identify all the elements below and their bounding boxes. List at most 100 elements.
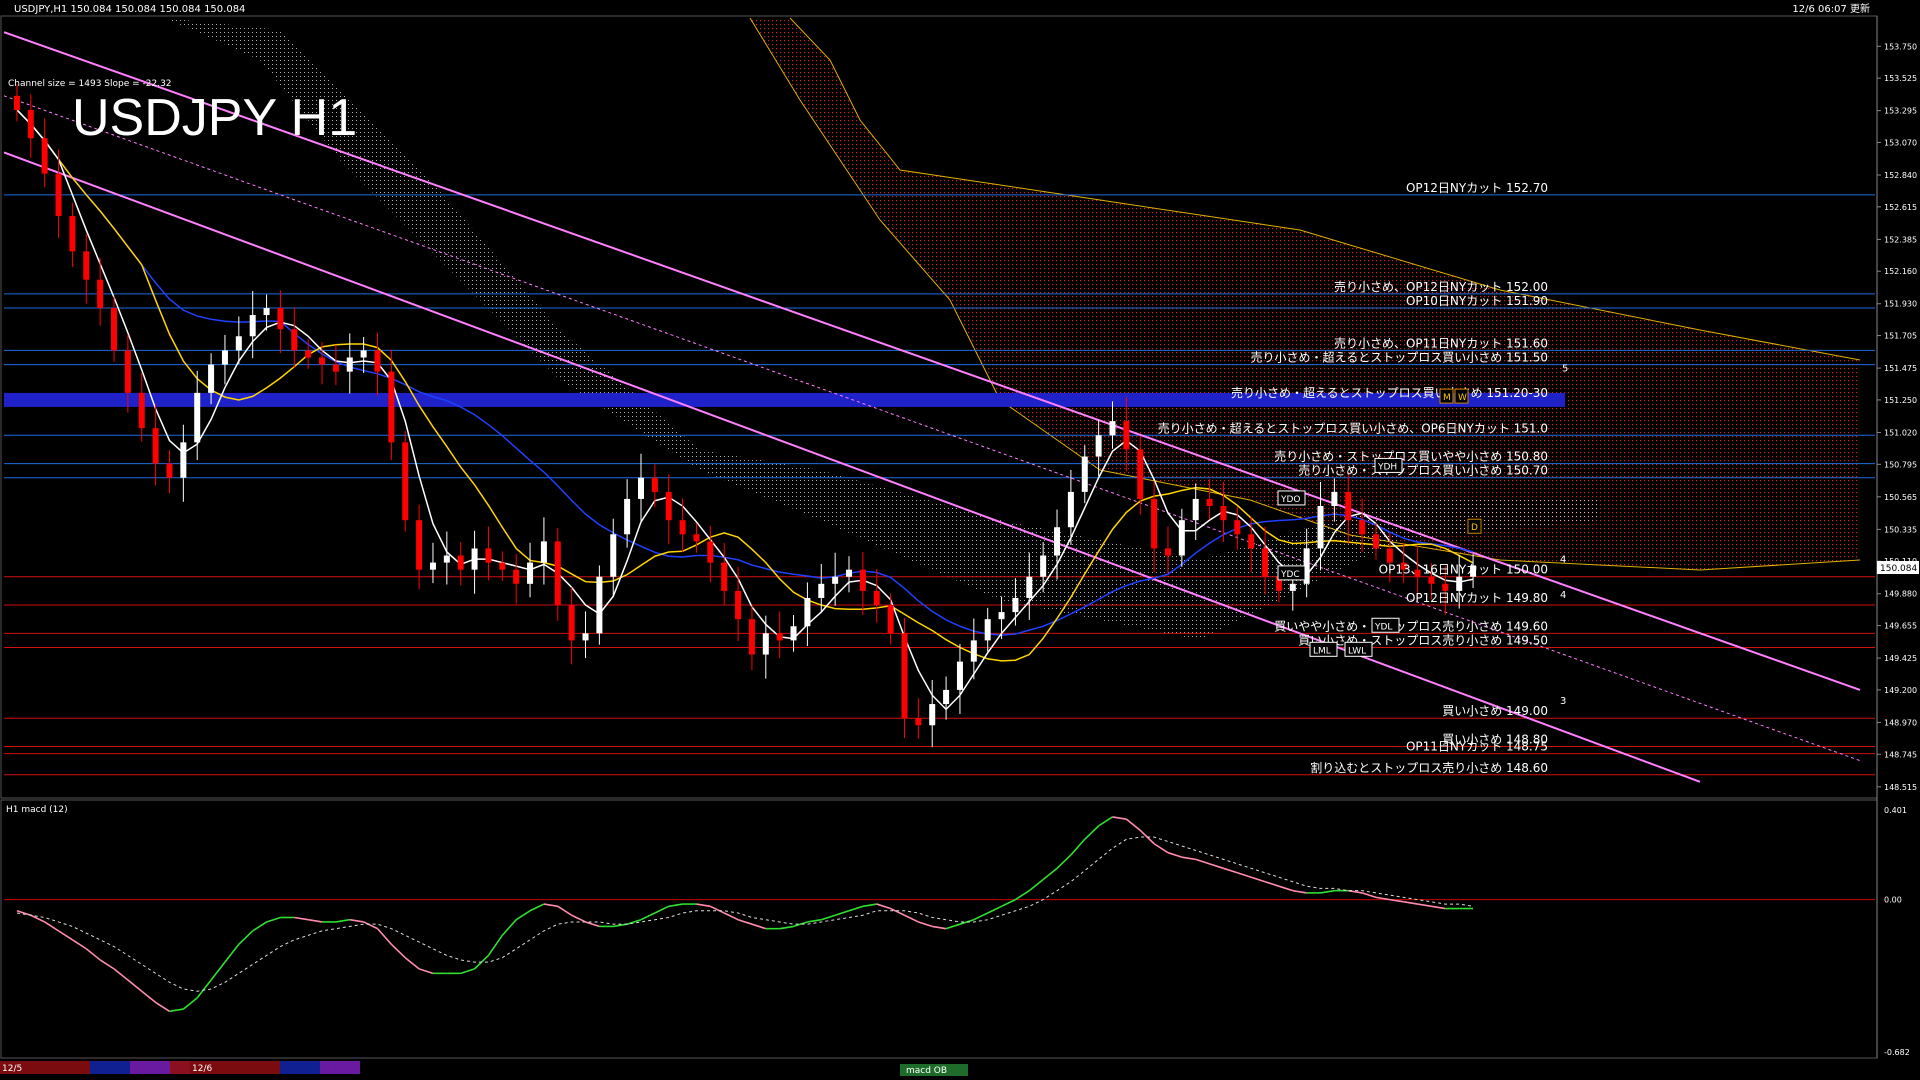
candle-body [1137, 449, 1144, 499]
candle-body [943, 689, 950, 705]
candle-body [124, 350, 131, 393]
level-label: 売り小さめ・超えるとストップロス買い小さめ 151.20-30 [1231, 385, 1548, 400]
candle-body [1151, 498, 1158, 549]
candle-body [804, 597, 811, 627]
candle-body [166, 463, 173, 478]
candle-body [83, 251, 90, 280]
macd-axis-label: 0.00 [1884, 896, 1902, 905]
candle-body [41, 138, 48, 174]
candle-body [582, 633, 589, 641]
candle-body [540, 541, 547, 563]
candle-body [1359, 520, 1366, 535]
period-block [280, 1061, 320, 1074]
candle-body [152, 428, 159, 464]
candle-body [818, 583, 825, 598]
candle-body [887, 605, 894, 634]
candle-body [901, 633, 908, 719]
level-label: OP12日NYカット 152.70 [1406, 181, 1548, 195]
marker-label: W [1458, 393, 1467, 403]
axis-tick-label: 153.295 [1884, 107, 1917, 116]
candle-body [1054, 527, 1061, 556]
tab-12-5[interactable]: 12/5 [2, 1064, 22, 1074]
candle-body [859, 569, 866, 591]
candle-body [693, 534, 700, 542]
level-label: 売り小さめ・超えるとストップロス買い小さめ、OP6日NYカット 151.0 [1158, 420, 1548, 435]
candle-body [1345, 491, 1352, 521]
candle-body [1262, 548, 1269, 577]
candle-body [776, 633, 783, 641]
level-label: 買いやや小さめ・ストップロス売り小さめ 149.60 [1274, 618, 1548, 633]
candle-body [180, 442, 187, 478]
candle-body [1317, 506, 1324, 549]
candle-body [402, 442, 409, 521]
wave-label: 4 [1560, 555, 1566, 566]
candle-body [360, 350, 367, 358]
marker-label: D [1471, 523, 1478, 533]
axis-tick-label: 153.070 [1884, 138, 1917, 147]
marker-label: M [1443, 393, 1451, 403]
period-block [320, 1061, 360, 1074]
candle-body [55, 173, 62, 217]
period-block [90, 1061, 130, 1074]
candle-body [651, 477, 658, 492]
candle-body [832, 576, 839, 584]
candle-body [416, 520, 423, 570]
candle-body [305, 350, 312, 358]
candle-body [1456, 576, 1463, 591]
candle-body [457, 555, 464, 570]
level-label: OP11日NYカット 148.75 [1406, 740, 1548, 754]
axis-tick-label: 153.525 [1884, 74, 1917, 83]
level-label: 売り小さめ・超えるとストップロス買い小さめ 151.50 [1251, 350, 1548, 365]
candle-body [998, 612, 1005, 620]
candle-body [1220, 506, 1227, 521]
candle-body [249, 315, 256, 337]
axis-tick-label: 151.930 [1884, 300, 1917, 309]
candle-body [735, 590, 742, 620]
candle-body [970, 640, 977, 662]
candle-body [194, 392, 201, 443]
macd-ob-label: macd OB [906, 1066, 947, 1076]
axis-tick-label: 150.795 [1884, 460, 1917, 469]
candle-body [610, 534, 617, 577]
candle-body [568, 605, 575, 641]
wave-label: 5 [1562, 364, 1568, 375]
datetime-line: 12/6 06:07 更新 [1792, 2, 1870, 15]
period-block [130, 1061, 170, 1074]
candle-body [596, 576, 603, 634]
period-block [170, 1061, 190, 1074]
axis-tick-label: 153.750 [1884, 42, 1917, 51]
candle-body [1248, 534, 1255, 549]
candle-body [1192, 498, 1199, 521]
candle-body [1331, 491, 1338, 507]
candle-body [1012, 597, 1019, 613]
candle-body [1178, 520, 1185, 556]
candle-body [513, 569, 520, 584]
candle-body [291, 329, 298, 351]
candle-body [263, 307, 270, 316]
candle-body [721, 562, 728, 591]
candle-body [499, 562, 506, 570]
wave-label: 4 [1560, 590, 1566, 601]
marker-label: YDO [1280, 495, 1301, 505]
candle-body [1040, 555, 1047, 577]
axis-tick-label: 152.840 [1884, 171, 1917, 180]
candle-body [915, 718, 922, 726]
macd-header: H1 macd (12) [6, 805, 68, 815]
candle-body [69, 216, 76, 252]
candle-body [429, 562, 436, 570]
candle-body [485, 548, 492, 563]
candle-body [679, 520, 686, 535]
axis-tick-label: 148.745 [1884, 750, 1917, 759]
marker-label: YDL [1374, 622, 1392, 632]
candle-body [1234, 520, 1241, 535]
candle-body [665, 491, 672, 521]
tab-12-6[interactable]: 12/6 [192, 1064, 212, 1074]
candle-body [221, 350, 228, 365]
macd-axis-label: 0.401 [1884, 806, 1907, 815]
candle-body [471, 548, 478, 570]
level-label: 割り込むとストップロス売り小さめ 148.60 [1310, 760, 1548, 775]
level-label: 売り小さめ・ストップロス買い小さめ 150.70 [1298, 463, 1548, 478]
candle-body [1067, 491, 1074, 528]
candle-body [346, 357, 353, 372]
level-label: 売り小さめ、OP12日NYカット 152.00 [1334, 279, 1548, 294]
